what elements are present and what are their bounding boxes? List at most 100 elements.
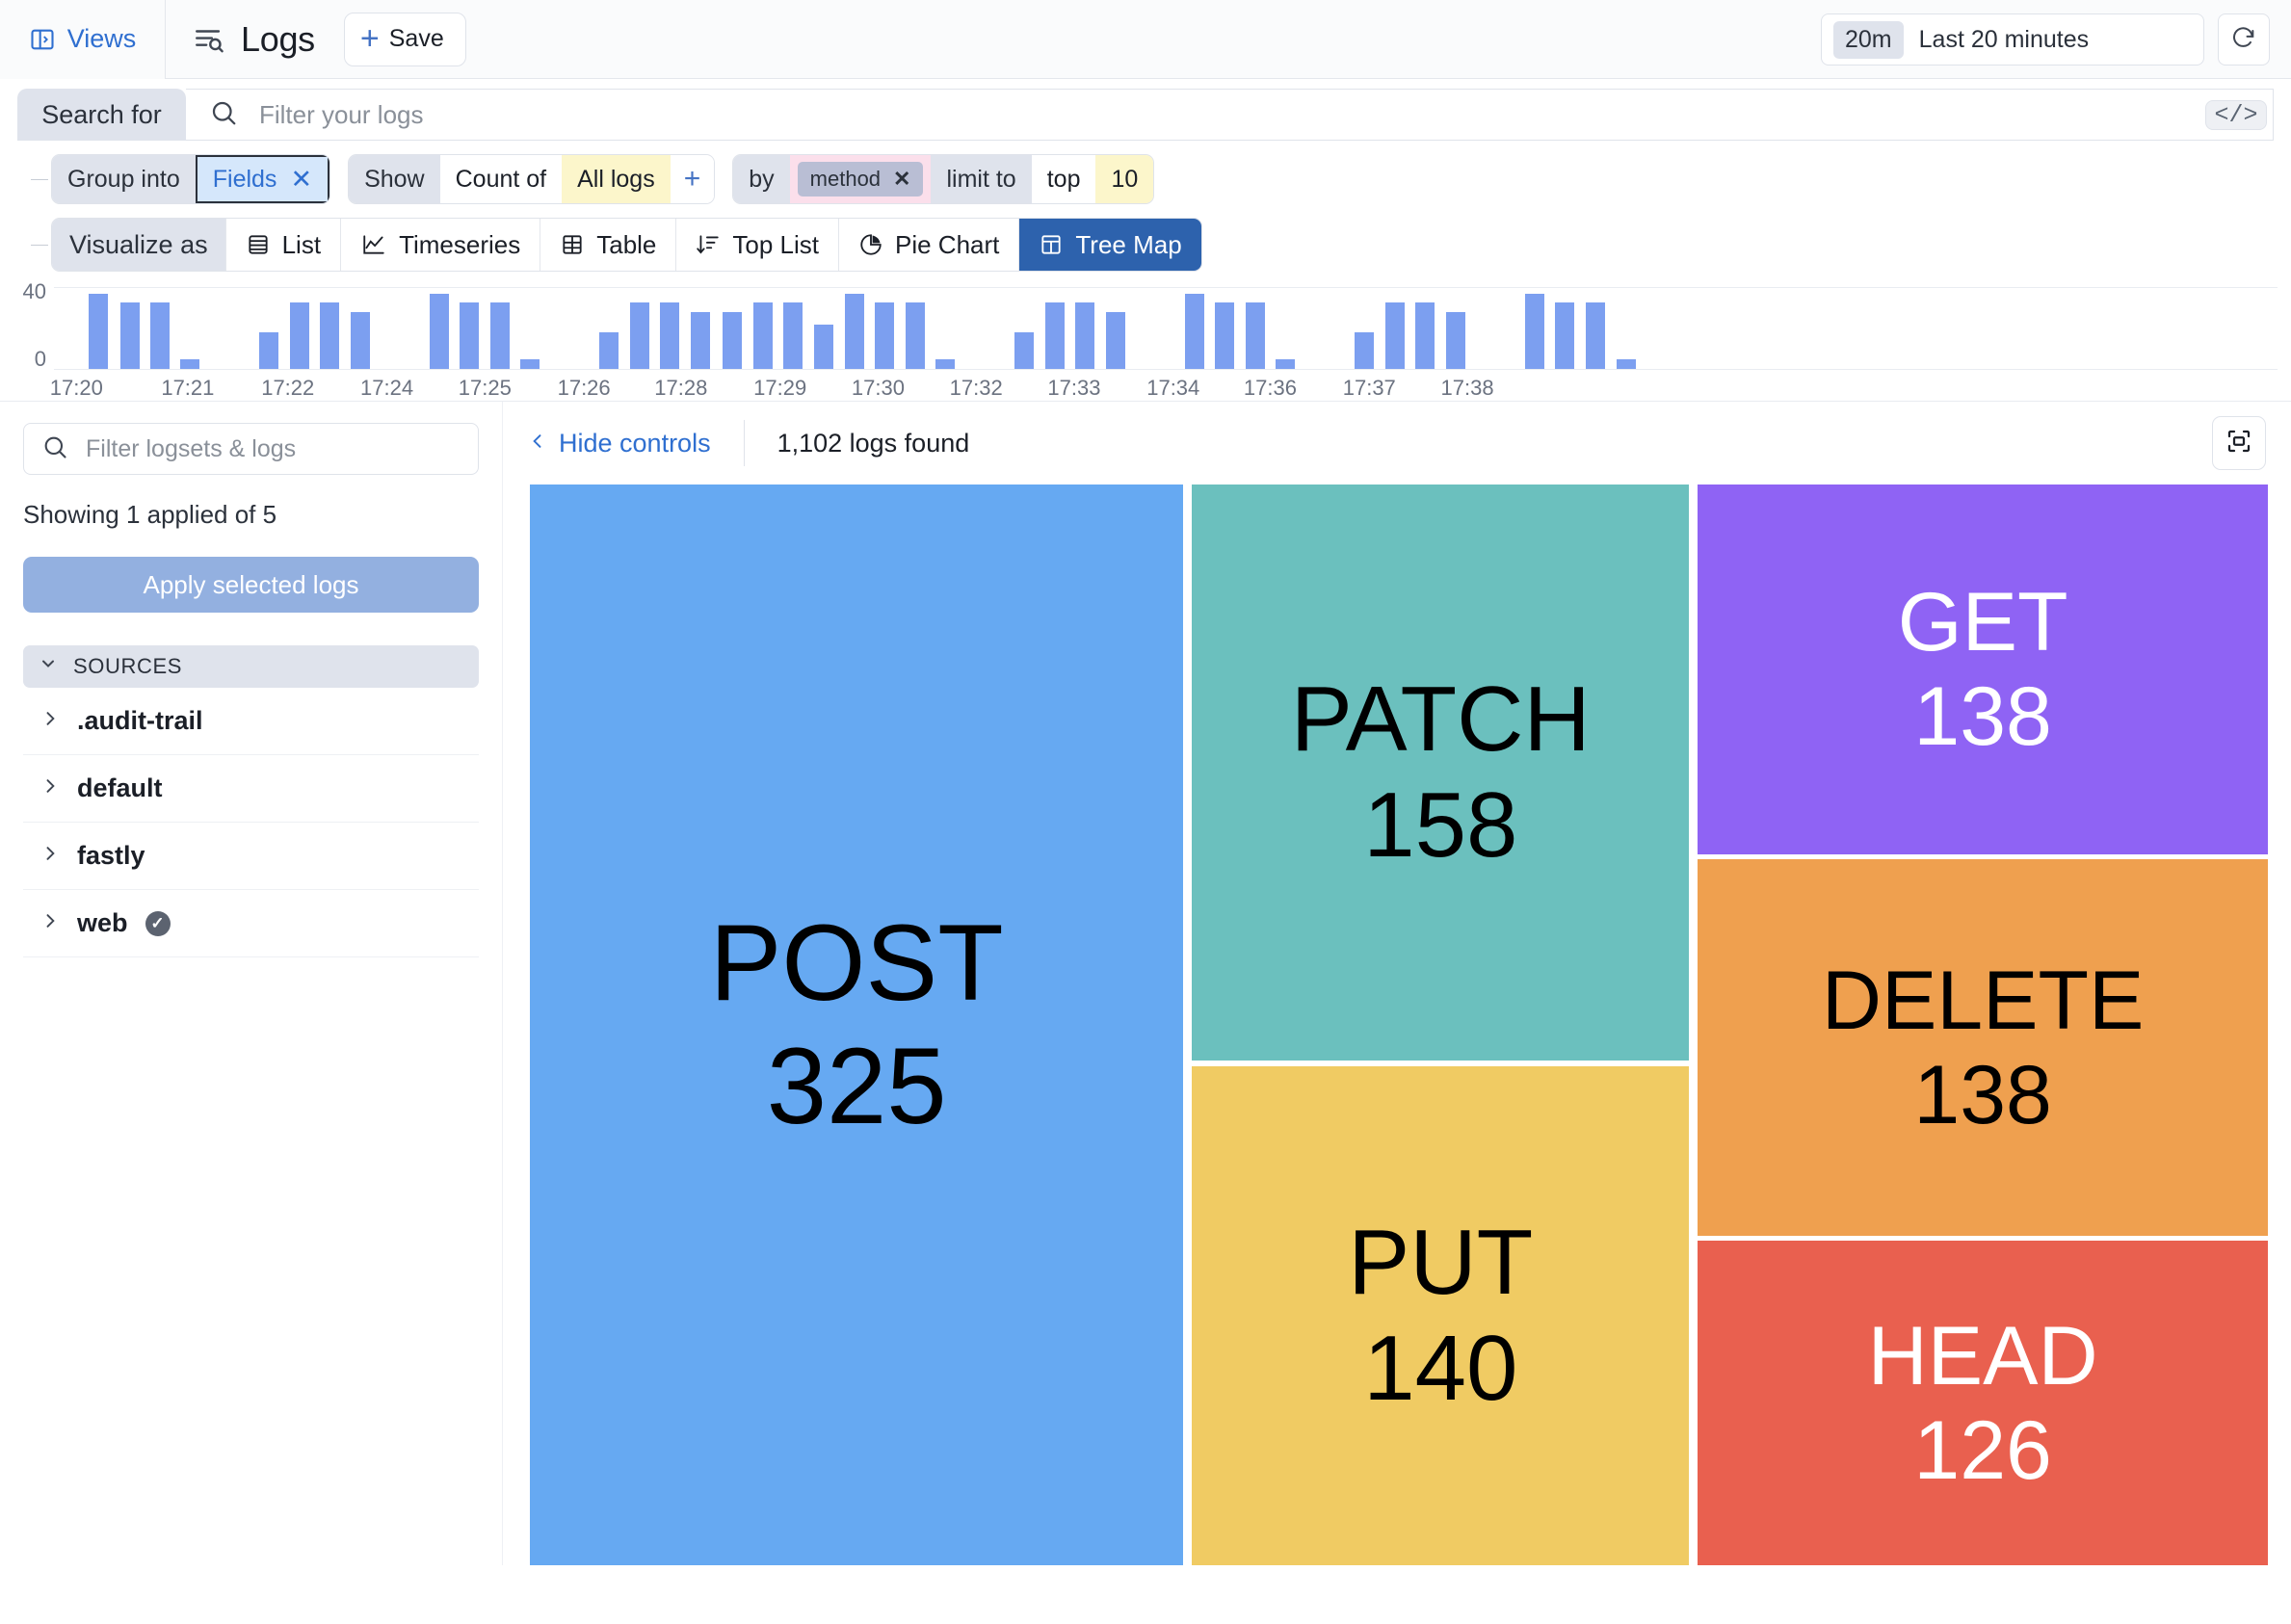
source-item-label: web xyxy=(77,908,128,937)
close-x-icon[interactable]: ✕ xyxy=(290,165,312,195)
histogram-bar xyxy=(350,312,370,369)
treemap-tile-label: HEAD xyxy=(1867,1309,2098,1402)
sort-descending-icon xyxy=(696,232,721,257)
source-item-fastly[interactable]: fastly xyxy=(23,823,479,890)
treemap-tile-label: GET xyxy=(1897,575,2068,668)
group-into-fields-chip[interactable]: Fields ✕ xyxy=(195,155,330,203)
visualize-tab-label: Table xyxy=(596,229,657,259)
close-x-icon[interactable]: ✕ xyxy=(893,167,910,192)
pie-chart-icon xyxy=(858,232,883,257)
histogram-bar xyxy=(599,332,619,369)
refresh-button[interactable] xyxy=(2218,13,2270,65)
by-label: by xyxy=(733,155,790,203)
histogram-bar xyxy=(259,332,279,369)
histogram-bar xyxy=(844,294,864,369)
histogram-y-min: 0 xyxy=(34,347,46,371)
histogram-bar xyxy=(180,358,200,369)
treemap-tile-get[interactable]: GET 138 xyxy=(1698,485,2268,854)
time-range-picker[interactable]: 20m Last 20 minutes xyxy=(1821,13,2204,65)
treemap-tile-value: 138 xyxy=(1913,1048,2052,1141)
chevron-right-icon[interactable] xyxy=(40,843,60,870)
source-item-label: .audit-trail xyxy=(77,706,203,735)
search-icon xyxy=(41,433,68,465)
histogram-bar xyxy=(289,301,309,369)
visualize-tab-tree-map[interactable]: Tree Map xyxy=(1018,219,1201,271)
controls-bar: Hide controls 1,102 logs found xyxy=(503,402,2291,485)
search-input[interactable]: Filter your logs xyxy=(259,100,424,130)
histogram-bar xyxy=(1276,358,1296,369)
histogram-plot-area[interactable] xyxy=(54,287,2278,370)
histogram-bar xyxy=(119,301,140,369)
main-panel: Hide controls 1,102 logs found POST 325 PA… xyxy=(503,402,2291,1565)
sidebar: Filter logsets & logs Showing 1 applied … xyxy=(0,402,503,1565)
apply-selected-logs-button[interactable]: Apply selected logs xyxy=(23,557,479,613)
body: Filter logsets & logs Showing 1 applied … xyxy=(0,401,2291,1565)
limit-direction[interactable]: top xyxy=(1031,155,1096,203)
logsets-filter-input[interactable]: Filter logsets & logs xyxy=(86,435,296,463)
sources-section-header[interactable]: SOURCES xyxy=(23,645,479,688)
treemap-tile-put[interactable]: PUT 140 xyxy=(1192,1065,1690,1565)
histogram-tick-label: 17:37 xyxy=(1342,376,1396,400)
visualize-tab-table[interactable]: Table xyxy=(540,219,676,271)
source-item-web[interactable]: web ✓ xyxy=(23,890,479,957)
histogram-tick-label: 17:29 xyxy=(753,376,807,400)
treemap-tile-label: POST xyxy=(709,903,1004,1024)
visualize-tab-list[interactable]: List xyxy=(224,219,341,271)
treemap-tile-value: 325 xyxy=(766,1025,947,1146)
sources-section-label: SOURCES xyxy=(73,654,182,678)
treemap-tile-patch[interactable]: PATCH 158 xyxy=(1192,485,1690,1061)
limit-value[interactable]: 10 xyxy=(1095,155,1154,203)
hide-controls-button[interactable]: Hide controls xyxy=(528,429,711,458)
histogram-bar xyxy=(1075,301,1095,369)
histogram-bar xyxy=(905,301,925,369)
treemap-tile-post[interactable]: POST 325 xyxy=(530,485,1184,1565)
views-button[interactable]: Views xyxy=(0,0,166,79)
histogram-bar xyxy=(783,301,803,369)
source-item-default[interactable]: default xyxy=(23,755,479,823)
by-group: by method ✕ limit to top 10 xyxy=(732,154,1155,204)
show-aggregation[interactable]: Count of xyxy=(439,155,563,203)
code-view-button[interactable]: </> xyxy=(2205,99,2267,130)
show-label: Show xyxy=(349,155,440,203)
visualize-tab-timeseries[interactable]: Timeseries xyxy=(340,219,540,271)
add-measure-button[interactable]: + xyxy=(670,155,715,203)
chevron-right-icon[interactable] xyxy=(40,708,60,735)
visualize-tab-pie-chart[interactable]: Pie Chart xyxy=(838,219,1019,271)
visualize-tab-top-list[interactable]: Top List xyxy=(675,219,838,271)
histogram-bar xyxy=(520,358,540,369)
treemap-tile-head[interactable]: HEAD 126 xyxy=(1698,1241,2268,1565)
save-button[interactable]: + Save xyxy=(343,12,466,66)
histogram-tick-label: 17:36 xyxy=(1243,376,1297,400)
logsets-filter-field[interactable]: Filter logsets & logs xyxy=(23,423,479,475)
chevron-right-icon[interactable] xyxy=(40,775,60,802)
histogram-bar xyxy=(1014,332,1035,369)
chevron-right-icon[interactable] xyxy=(40,910,60,937)
histogram-bar xyxy=(723,312,743,369)
logs-found-count: 1,102 logs found xyxy=(777,428,970,458)
histogram-bar xyxy=(489,301,510,369)
visualize-tab-label: Pie Chart xyxy=(895,229,1000,259)
table-icon xyxy=(560,232,585,257)
histogram-bar xyxy=(752,301,773,369)
treemap-tile-value: 158 xyxy=(1363,773,1518,877)
treemap-tile-delete[interactable]: DELETE 138 xyxy=(1698,859,2268,1236)
histogram-bar xyxy=(1215,301,1235,369)
showing-applied-text: Showing 1 applied of 5 xyxy=(23,500,277,529)
query-builder: Group into Fields ✕ Show Count of All lo… xyxy=(0,141,2291,204)
histogram-tick-label: 17:20 xyxy=(49,376,103,400)
page-title: Logs xyxy=(241,18,315,59)
treemap-tile-value: 138 xyxy=(1913,669,2052,763)
show-scope[interactable]: All logs xyxy=(562,155,671,203)
by-field-chip[interactable]: method ✕ xyxy=(797,162,924,196)
logs-search-icon xyxy=(193,23,225,56)
fullscreen-button[interactable] xyxy=(2212,416,2266,470)
by-field-wrap: method ✕ xyxy=(789,155,932,203)
search-field[interactable]: Filter your logs </> xyxy=(186,89,2274,141)
histogram-bar xyxy=(629,301,649,369)
source-item-audit-trail[interactable]: .audit-trail xyxy=(23,688,479,755)
source-item-label: default xyxy=(77,773,163,802)
visualize-tab-label: Timeseries xyxy=(399,229,521,259)
histogram-bar xyxy=(875,301,895,369)
search-for-tab[interactable]: Search for xyxy=(17,89,186,141)
top-bar: Views Logs + Save 20m Last 20 minutes xyxy=(0,0,2291,79)
